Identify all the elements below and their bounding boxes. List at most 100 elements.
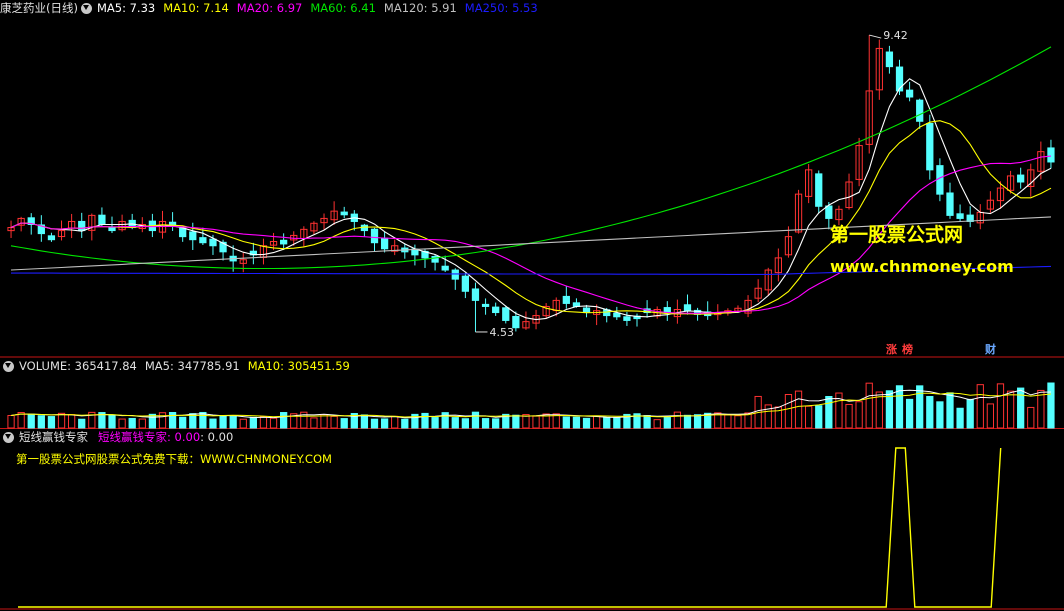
candle-body bbox=[683, 304, 692, 312]
candle-body bbox=[280, 239, 288, 245]
volume-bar bbox=[492, 418, 500, 429]
ma120-readout: MA120: 5.91 bbox=[383, 1, 457, 15]
candle-body bbox=[441, 265, 449, 271]
candle-body bbox=[905, 89, 914, 98]
volume-bar bbox=[229, 416, 237, 429]
volume-bar bbox=[653, 419, 661, 429]
volume-bar bbox=[1037, 389, 1045, 429]
volume-bar bbox=[855, 401, 863, 429]
candle-body bbox=[98, 214, 106, 225]
volume-ma5-line bbox=[10, 389, 1052, 419]
ma20-readout: MA20: 6.97 bbox=[236, 1, 303, 15]
volume-bar bbox=[320, 414, 328, 429]
volume-bar bbox=[805, 405, 813, 429]
volume-bar bbox=[562, 416, 570, 429]
dropdown-icon[interactable] bbox=[3, 431, 14, 443]
volume-bar bbox=[976, 384, 984, 429]
volume-bar bbox=[179, 416, 187, 429]
volume-bar bbox=[582, 417, 591, 429]
volume-bar bbox=[734, 415, 742, 429]
candle-body bbox=[179, 227, 187, 238]
volume-bar bbox=[966, 398, 974, 429]
candle-body bbox=[582, 307, 591, 314]
volume-bar bbox=[784, 394, 793, 429]
volume-bar bbox=[643, 415, 651, 429]
volume-bar bbox=[47, 416, 56, 429]
ma60-readout: MA60: 6.41 bbox=[310, 1, 376, 15]
indicator-name: 短线赢钱专家 bbox=[19, 430, 88, 444]
volume-bar bbox=[825, 395, 833, 429]
volume-bar bbox=[673, 411, 682, 429]
volume-bar bbox=[693, 414, 702, 429]
volume-bar bbox=[310, 417, 318, 429]
ma10-readout: MA10: 7.14 bbox=[163, 1, 229, 15]
stock-chart[interactable]: 9.42 4.53 bbox=[0, 0, 1064, 611]
volume-bar bbox=[27, 413, 35, 429]
tag-finance[interactable]: 财 bbox=[984, 343, 997, 357]
ma10-line bbox=[10, 120, 1052, 315]
watermark-title: 第一股票公式网 bbox=[830, 224, 964, 246]
candle-body bbox=[199, 237, 207, 244]
volume-readout: VOLUME: 365417.84 bbox=[19, 359, 137, 373]
main-chart-header: 康芝药业(日线) MA5: 7.33 MA10: 7.14 MA20: 6.97… bbox=[0, 0, 546, 16]
volume-bar bbox=[603, 416, 611, 429]
indicator-note: 第一股票公式网股票公式免费下载：WWW.CHNMONEY.COM bbox=[16, 452, 332, 466]
volume-bar bbox=[380, 418, 389, 429]
candle-body bbox=[1017, 174, 1025, 183]
indicator-value2: : 0.00 bbox=[200, 430, 234, 444]
candle-body bbox=[1047, 147, 1055, 163]
price-marker-line bbox=[869, 34, 882, 39]
stock-title: 康芝药业(日线) bbox=[0, 1, 78, 15]
volume-bar bbox=[330, 415, 338, 429]
volume-bar bbox=[148, 413, 157, 429]
candle-body bbox=[946, 192, 954, 216]
candle-body bbox=[502, 307, 510, 321]
candle-body bbox=[47, 235, 56, 241]
volume-bar bbox=[936, 401, 944, 429]
candle-body bbox=[360, 224, 369, 232]
volume-bar bbox=[895, 385, 904, 429]
volume-header: VOLUME: 365417.84 MA5: 347785.91 MA10: 3… bbox=[0, 358, 358, 374]
tag-list[interactable]: 榜 bbox=[901, 343, 914, 357]
volume-bar bbox=[209, 418, 217, 429]
volume-bar bbox=[471, 411, 480, 429]
candle-body bbox=[956, 213, 964, 219]
candle-body bbox=[461, 275, 470, 292]
candle-body bbox=[613, 312, 621, 318]
indicator-header: 短线赢钱专家 短线赢钱专家: 0.00 : 0.00 bbox=[0, 429, 241, 445]
volume-bar bbox=[108, 414, 116, 429]
volume-bar bbox=[905, 398, 914, 429]
volume-bar bbox=[370, 418, 379, 429]
volume-bar bbox=[986, 403, 995, 429]
volume-ma10-readout: MA10: 305451.59 bbox=[247, 359, 350, 373]
volume-bar bbox=[168, 412, 177, 429]
candle-body bbox=[895, 66, 904, 92]
price-marker-label: 4.53 bbox=[489, 326, 514, 339]
volume-bar bbox=[794, 390, 803, 429]
dropdown-icon[interactable] bbox=[3, 360, 14, 372]
volume-bar bbox=[1047, 382, 1055, 429]
candle-body bbox=[370, 228, 379, 244]
volume-bar bbox=[724, 414, 732, 429]
volume-bar bbox=[572, 416, 581, 429]
volume-bar bbox=[138, 418, 146, 429]
indicator-value: 短线赢钱专家: 0.00 bbox=[98, 430, 201, 444]
volume-bar bbox=[451, 417, 459, 429]
volume-ma10-line bbox=[10, 392, 1052, 418]
volume-bar bbox=[360, 414, 369, 429]
dropdown-icon[interactable] bbox=[80, 2, 92, 14]
tag-rise[interactable]: 涨 bbox=[885, 343, 898, 357]
volume-bar bbox=[199, 411, 207, 429]
volume-bar bbox=[391, 415, 399, 429]
volume-bar bbox=[613, 417, 621, 429]
volume-bar bbox=[219, 415, 227, 429]
volume-bar bbox=[239, 418, 247, 429]
volume-bar bbox=[78, 418, 86, 429]
volume-bar bbox=[916, 385, 924, 429]
volume-bar bbox=[128, 417, 136, 429]
volume-bar bbox=[118, 418, 126, 429]
volume-bar bbox=[37, 415, 45, 429]
candle-body bbox=[825, 205, 833, 219]
volume-bar bbox=[683, 414, 692, 429]
volume-bar bbox=[340, 418, 348, 429]
